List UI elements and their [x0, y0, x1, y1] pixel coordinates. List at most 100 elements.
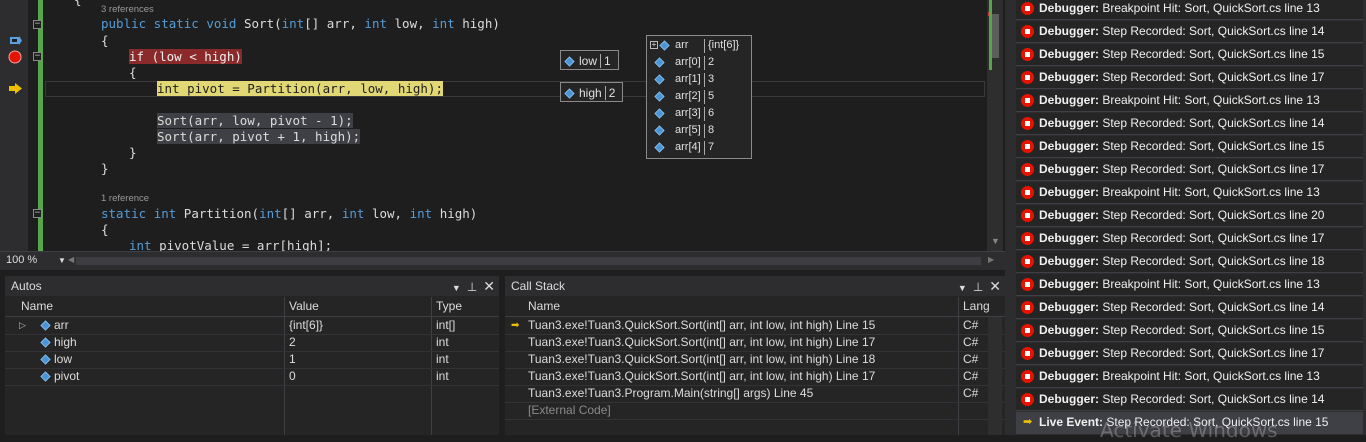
pin-icon[interactable]: ⊥: [467, 280, 477, 294]
autos-row[interactable]: ▷ arr {int[6]} int[]: [5, 317, 499, 335]
activation-watermark: Activate Windows: [1100, 418, 1278, 442]
breakpoint-icon[interactable]: [8, 50, 22, 64]
codelens-references[interactable]: 1 reference: [101, 193, 149, 204]
event-row[interactable]: Debugger: Step Recorded: Sort, QuickSort…: [1016, 389, 1363, 411]
step-back-icon[interactable]: [9, 35, 22, 46]
expand-icon[interactable]: +: [650, 41, 658, 49]
event-row[interactable]: Debugger: Step Recorded: Sort, QuickSort…: [1016, 297, 1363, 319]
debugger-event-icon: [1021, 25, 1034, 38]
variable-icon: [654, 91, 665, 102]
event-row[interactable]: Debugger: Breakpoint Hit: Sort, QuickSor…: [1016, 274, 1363, 296]
variable-icon: [654, 57, 665, 68]
debugger-event-icon: [1021, 347, 1034, 360]
call-stack-row[interactable]: [External Code]: [505, 402, 1005, 420]
event-row[interactable]: Debugger: Step Recorded: Sort, QuickSort…: [1016, 44, 1363, 66]
autos-row[interactable]: low 1 int: [5, 351, 499, 369]
scroll-right-icon[interactable]: ▶: [988, 255, 994, 264]
fold-toggle-icon[interactable]: −: [33, 209, 42, 218]
datatip-row[interactable]: + arr {int[6]}: [647, 37, 749, 54]
debugger-event-icon: [1021, 94, 1034, 107]
codelens-references[interactable]: 3 references: [101, 4, 154, 15]
call-stack-row[interactable]: Tuan3.exe!Tuan3.QuickSort.Sort(int[] arr…: [505, 334, 1005, 352]
call-stack-row[interactable]: Tuan3.exe!Tuan3.Program.Main(string[] ar…: [505, 385, 1005, 403]
panel-title: Autos: [5, 276, 499, 296]
event-row[interactable]: Debugger: Breakpoint Hit: Sort, QuickSor…: [1016, 0, 1363, 20]
variable-icon: [654, 74, 665, 85]
event-row[interactable]: Debugger: Step Recorded: Sort, QuickSort…: [1016, 228, 1363, 250]
autos-row[interactable]: pivot 0 int: [5, 368, 499, 386]
horizontal-scrollbar[interactable]: [76, 257, 981, 265]
event-row[interactable]: Debugger: Breakpoint Hit: Sort, QuickSor…: [1016, 182, 1363, 204]
column-header-lang[interactable]: Lang: [963, 297, 990, 316]
event-row[interactable]: Debugger: Breakpoint Hit: Sort, QuickSor…: [1016, 90, 1363, 112]
event-row[interactable]: Debugger: Step Recorded: Sort, QuickSort…: [1016, 67, 1363, 89]
close-icon[interactable]: ✕: [989, 278, 1001, 294]
debugger-event-icon: [1021, 301, 1034, 314]
code-line: int pivotValue = arr[high];: [129, 238, 333, 251]
datatip-name: low: [579, 54, 598, 68]
variable-icon: [40, 371, 51, 382]
event-row[interactable]: Debugger: Step Recorded: Sort, QuickSort…: [1016, 320, 1363, 342]
code-line: {: [101, 33, 109, 48]
datatip-arr[interactable]: + arr {int[6]} arr[0] 2 arr[1] 3 arr[2] 5 ar…: [646, 35, 752, 159]
event-row[interactable]: Debugger: Step Recorded: Sort, QuickSort…: [1016, 251, 1363, 273]
code-editor[interactable]: − − − { 3 references public static void …: [0, 0, 1005, 251]
pane-splitter[interactable]: [1005, 0, 1013, 435]
variable-icon: [654, 108, 665, 119]
panel-title: Call Stack: [505, 276, 1005, 296]
column-header-type[interactable]: Type: [436, 297, 462, 316]
datatip-value[interactable]: 2: [609, 86, 616, 100]
datatip-row[interactable]: arr[1] 3: [647, 71, 749, 88]
datatip-row[interactable]: arr[4] 7: [647, 139, 749, 156]
vertical-scrollbar[interactable]: [988, 317, 1002, 435]
event-row[interactable]: Debugger: Step Recorded: Sort, QuickSort…: [1016, 113, 1363, 135]
zoom-dropdown[interactable]: 100 % ▼: [6, 253, 66, 268]
call-stack-row[interactable]: Tuan3.exe!Tuan3.QuickSort.Sort(int[] arr…: [505, 368, 1005, 386]
pin-icon[interactable]: ⊥: [973, 280, 983, 294]
diagnostic-events-list: Debugger: Breakpoint Hit: Sort, QuickSor…: [1013, 0, 1366, 435]
scroll-left-icon[interactable]: ◀: [68, 255, 74, 264]
code-line: }: [129, 145, 137, 160]
code-line: {: [101, 222, 109, 237]
event-row[interactable]: Debugger: Step Recorded: Sort, QuickSort…: [1016, 205, 1363, 227]
debugger-event-icon: [1021, 163, 1034, 176]
dropdown-icon[interactable]: ▼: [958, 283, 967, 293]
column-header-value[interactable]: Value: [289, 297, 319, 316]
datatip-high[interactable]: high 2: [560, 82, 623, 102]
close-icon[interactable]: ✕: [483, 278, 495, 294]
scrollbar-thumb[interactable]: [992, 14, 999, 58]
datatip-value[interactable]: 1: [604, 54, 611, 68]
datatip-low[interactable]: low 1: [560, 50, 619, 70]
call-stack-row[interactable]: Tuan3.exe!Tuan3.QuickSort.Sort(int[] arr…: [505, 351, 1005, 369]
debugger-event-icon: [1021, 140, 1034, 153]
column-header-name[interactable]: Name: [21, 297, 53, 316]
dropdown-icon[interactable]: ▼: [452, 283, 461, 293]
call-stack-panel: Call Stack ▼ ⊥ ✕ Name Lang ➡ Tuan3.exe!Tua…: [505, 276, 1005, 435]
event-row[interactable]: Debugger: Step Recorded: Sort, QuickSort…: [1016, 159, 1363, 181]
datatip-row[interactable]: arr[2] 5: [647, 88, 749, 105]
column-header-name[interactable]: Name: [528, 297, 560, 316]
variable-icon: [40, 337, 51, 348]
datatip-row[interactable]: arr[5] 8: [647, 122, 749, 139]
current-statement-highlight: int pivot = Partition(arr, low, high);: [157, 81, 443, 96]
fold-toggle-icon[interactable]: −: [33, 20, 42, 29]
chevron-down-icon: ▼: [58, 256, 66, 265]
autos-row[interactable]: high 2 int: [5, 334, 499, 352]
expand-arrow-icon[interactable]: ▷: [19, 317, 26, 334]
datatip-row[interactable]: arr[3] 6: [647, 105, 749, 122]
datatip-row[interactable]: arr[0] 2: [647, 54, 749, 71]
code-line-sort-call: Sort(arr, low, pivot - 1);: [157, 113, 353, 128]
fold-toggle-icon[interactable]: −: [33, 52, 42, 61]
event-row[interactable]: Debugger: Breakpoint Hit: Sort, QuickSor…: [1016, 366, 1363, 388]
editor-status-bar: 100 % ▼ ◀ ▶: [0, 251, 1005, 270]
variable-icon: [659, 40, 670, 51]
glyph-margin[interactable]: [0, 0, 28, 251]
variable-icon: [654, 142, 665, 153]
scroll-down-icon[interactable]: ▼: [991, 236, 1000, 246]
variable-icon: [654, 125, 665, 136]
event-row[interactable]: Debugger: Step Recorded: Sort, QuickSort…: [1016, 21, 1363, 43]
event-row[interactable]: Debugger: Step Recorded: Sort, QuickSort…: [1016, 136, 1363, 158]
variable-icon: [564, 88, 575, 99]
event-row[interactable]: Debugger: Step Recorded: Sort, QuickSort…: [1016, 343, 1363, 365]
call-stack-row[interactable]: ➡ Tuan3.exe!Tuan3.QuickSort.Sort(int[] a…: [505, 317, 1005, 335]
